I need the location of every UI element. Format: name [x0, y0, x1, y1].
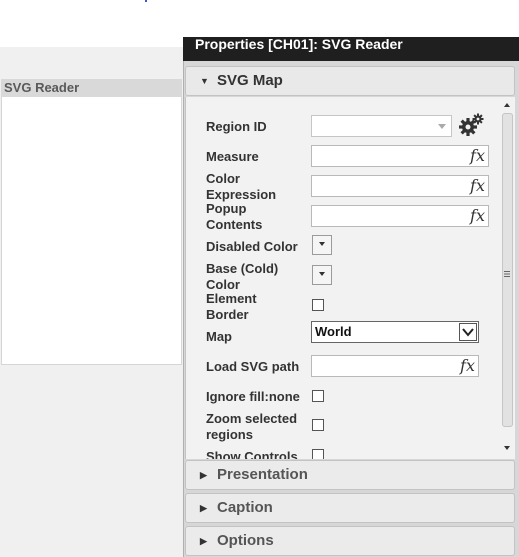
- scroll-down-icon[interactable]: [504, 446, 510, 450]
- map-select[interactable]: World: [311, 321, 479, 343]
- triangle-right-icon: ▶: [200, 536, 207, 546]
- measure-field[interactable]: fx: [311, 145, 489, 167]
- label-line: Base (Cold): [206, 261, 279, 276]
- chevron-down-icon: [319, 242, 325, 246]
- triangle-right-icon: ▶: [200, 470, 207, 480]
- label-base-cold-color: Base (Cold) Color: [206, 261, 278, 293]
- section-presentation[interactable]: ▶ Presentation: [185, 460, 515, 490]
- popup-contents-field[interactable]: fx: [311, 205, 489, 227]
- fx-icon[interactable]: fx: [470, 176, 485, 196]
- object-caption: SVG Reader: [1, 79, 182, 97]
- label-line: Element: [206, 291, 257, 306]
- section-svg-map-label: SVG Map: [217, 72, 283, 89]
- ignore-fill-none-checkbox[interactable]: [312, 390, 324, 402]
- section-caption[interactable]: ▶ Caption: [185, 493, 515, 523]
- show-controls-row-clip: Show Controls: [186, 446, 499, 459]
- label-disabled-color: Disabled Color: [206, 239, 298, 254]
- element-border-checkbox[interactable]: [312, 299, 324, 311]
- label-zoom-selected-regions: Zoom selected regions: [206, 411, 297, 443]
- properties-title-text: Properties [CH01]: SVG Reader: [195, 37, 403, 52]
- properties-title: Properties [CH01]: SVG Reader: [183, 37, 519, 61]
- load-svg-path-field[interactable]: fx: [311, 355, 479, 377]
- label-line: Zoom selected: [206, 411, 298, 426]
- section-options[interactable]: ▶ Options: [185, 526, 515, 556]
- label-element-border: Element Border: [206, 291, 257, 323]
- svg-reader-object[interactable]: [1, 79, 182, 365]
- section-options-label: Options: [217, 532, 274, 549]
- label-load-svg-path: Load SVG path: [206, 359, 300, 374]
- label-line: Contents: [206, 217, 263, 232]
- label-line: regions: [206, 427, 253, 442]
- label-line: Popup: [206, 201, 247, 216]
- label-color-expression: Color Expression: [206, 171, 276, 203]
- label-map: Map: [206, 329, 232, 344]
- fx-icon[interactable]: fx: [460, 356, 475, 376]
- map-select-value: World: [315, 324, 352, 339]
- label-line: Color: [206, 171, 240, 186]
- zoom-selected-regions-checkbox[interactable]: [312, 419, 324, 431]
- triangle-right-icon: ▶: [200, 503, 207, 513]
- show-controls-checkbox[interactable]: [312, 449, 324, 459]
- section-svg-map[interactable]: ▼ SVG Map: [185, 66, 515, 96]
- gear-icon[interactable]: [458, 112, 486, 138]
- color-expression-field[interactable]: fx: [311, 175, 489, 197]
- disabled-color-picker[interactable]: [312, 235, 332, 255]
- triangle-down-icon: ▼: [200, 76, 209, 86]
- fx-icon[interactable]: fx: [470, 146, 485, 166]
- section-presentation-label: Presentation: [217, 466, 308, 483]
- chevron-down-icon: [438, 124, 446, 129]
- base-cold-color-picker[interactable]: [312, 265, 332, 285]
- cursor-dot: [145, 0, 147, 2]
- label-ignore-fill-none: Ignore fill:none: [206, 389, 300, 404]
- fx-icon[interactable]: fx: [470, 206, 485, 226]
- grip-icon: [503, 265, 511, 277]
- scroll-up-icon[interactable]: [504, 103, 510, 107]
- label-popup-contents: Popup Contents: [206, 201, 262, 233]
- chevron-down-icon[interactable]: [459, 323, 477, 341]
- chevron-down-icon: [319, 272, 325, 276]
- region-id-combo[interactable]: [311, 115, 452, 137]
- label-show-controls: Show Controls: [206, 449, 298, 459]
- label-region-id: Region ID: [206, 119, 267, 134]
- section-caption-label: Caption: [217, 499, 273, 516]
- label-line: Border: [206, 307, 249, 322]
- label-measure: Measure: [206, 149, 259, 164]
